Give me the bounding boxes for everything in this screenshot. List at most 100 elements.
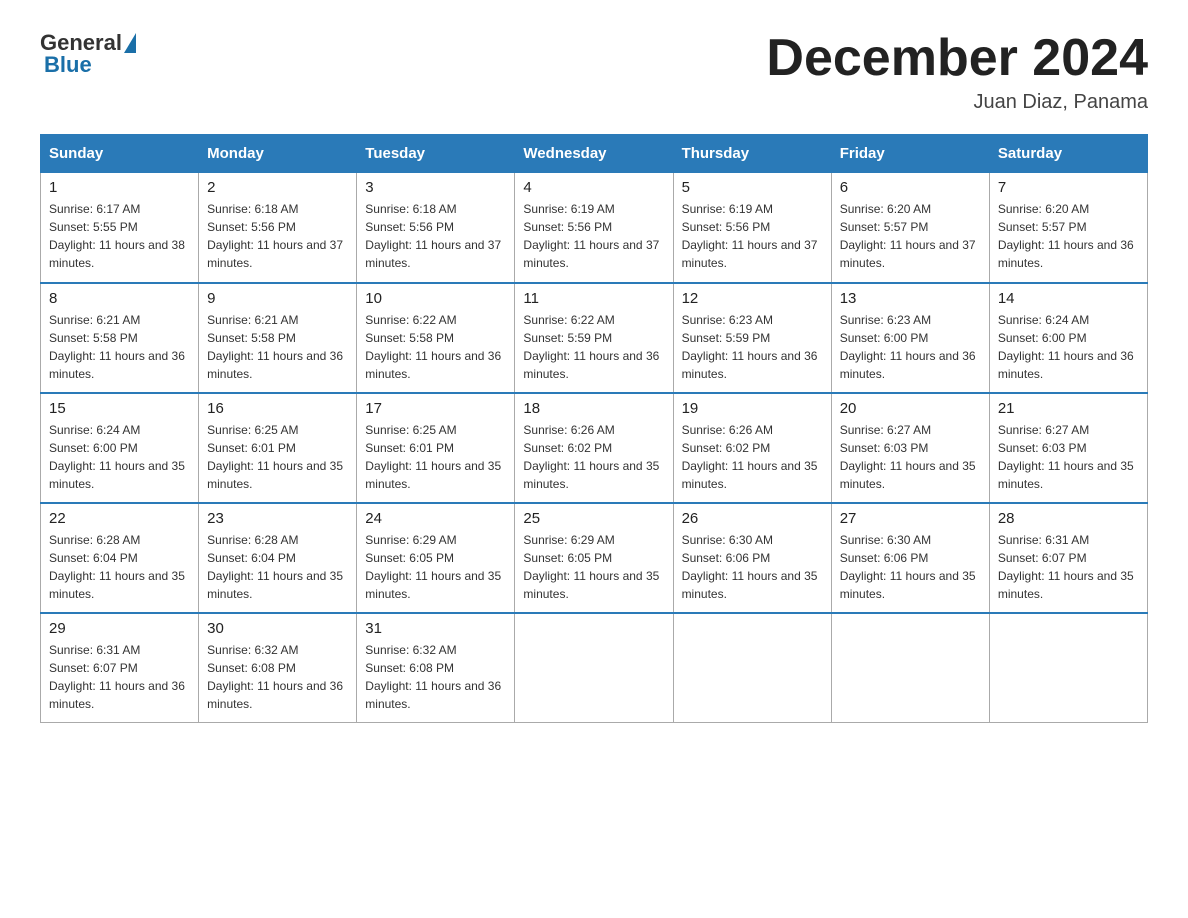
calendar-cell: 22 Sunrise: 6:28 AMSunset: 6:04 PMDayligh… [41,503,199,613]
day-info: Sunrise: 6:26 AMSunset: 6:02 PMDaylight:… [682,421,823,493]
col-header-sunday: Sunday [41,135,199,173]
calendar-cell: 26Sunrise: 6:30 AMSunset: 6:06 PMDayligh… [673,503,831,613]
logo-triangle-icon [124,33,136,53]
day-info: Sunrise: 6:30 AMSunset: 6:06 PMDaylight:… [682,531,823,603]
calendar-cell: 2Sunrise: 6:18 AMSunset: 5:56 PMDaylight… [199,173,357,283]
day-info: Sunrise: 6:22 AMSunset: 5:59 PMDaylight:… [523,311,664,383]
day-number: 13 [840,290,981,307]
calendar-cell: 11 Sunrise: 6:22 AMSunset: 5:59 PMDayligh… [515,283,673,393]
day-number: 29 [49,620,190,637]
day-info: Sunrise: 6:27 AMSunset: 6:03 PMDaylight:… [840,421,981,493]
day-info: Sunrise: 6:18 AMSunset: 5:56 PMDaylight:… [365,200,506,272]
day-info: Sunrise: 6:32 AMSunset: 6:08 PMDaylight:… [207,641,348,713]
day-number: 14 [998,290,1139,307]
day-number: 4 [523,179,664,196]
calendar-cell: 4Sunrise: 6:19 AMSunset: 5:56 PMDaylight… [515,173,673,283]
page-header: General Blue December 2024 Juan Diaz, Pa… [40,30,1148,114]
logo-blue-text: Blue [44,52,92,78]
day-info: Sunrise: 6:29 AMSunset: 6:05 PMDaylight:… [523,531,664,603]
col-header-monday: Monday [199,135,357,173]
calendar-cell: 24 Sunrise: 6:29 AMSunset: 6:05 PMDayligh… [357,503,515,613]
calendar-cell [515,613,673,723]
day-info: Sunrise: 6:22 AMSunset: 5:58 PMDaylight:… [365,311,506,383]
title-section: December 2024 Juan Diaz, Panama [766,30,1148,114]
calendar-cell [673,613,831,723]
calendar-cell: 21 Sunrise: 6:27 AMSunset: 6:03 PMDayligh… [989,393,1147,503]
calendar-cell: 6 Sunrise: 6:20 AMSunset: 5:57 PMDaylight… [831,173,989,283]
calendar-cell: 13 Sunrise: 6:23 AMSunset: 6:00 PMDayligh… [831,283,989,393]
day-number: 24 [365,510,506,527]
day-info: Sunrise: 6:21 AMSunset: 5:58 PMDaylight:… [207,311,348,383]
calendar-week-row: 8 Sunrise: 6:21 AMSunset: 5:58 PMDaylight… [41,283,1148,393]
month-title: December 2024 [766,30,1148,87]
calendar-cell: 29 Sunrise: 6:31 AMSunset: 6:07 PMDayligh… [41,613,199,723]
day-info: Sunrise: 6:30 AMSunset: 6:06 PMDaylight:… [840,531,981,603]
col-header-tuesday: Tuesday [357,135,515,173]
day-number: 28 [998,510,1139,527]
day-info: Sunrise: 6:26 AMSunset: 6:02 PMDaylight:… [523,421,664,493]
day-number: 17 [365,400,506,417]
day-number: 31 [365,620,506,637]
day-number: 25 [523,510,664,527]
day-number: 1 [49,179,190,196]
calendar-cell: 25 Sunrise: 6:29 AMSunset: 6:05 PMDayligh… [515,503,673,613]
day-number: 6 [840,179,981,196]
calendar-cell: 9 Sunrise: 6:21 AMSunset: 5:58 PMDaylight… [199,283,357,393]
day-number: 22 [49,510,190,527]
calendar-cell: 20Sunrise: 6:27 AMSunset: 6:03 PMDayligh… [831,393,989,503]
calendar-week-row: 29 Sunrise: 6:31 AMSunset: 6:07 PMDayligh… [41,613,1148,723]
day-number: 5 [682,179,823,196]
day-number: 18 [523,400,664,417]
calendar-cell: 23Sunrise: 6:28 AMSunset: 6:04 PMDayligh… [199,503,357,613]
day-number: 9 [207,290,348,307]
calendar-cell: 18 Sunrise: 6:26 AMSunset: 6:02 PMDayligh… [515,393,673,503]
calendar-week-row: 22 Sunrise: 6:28 AMSunset: 6:04 PMDayligh… [41,503,1148,613]
calendar-cell: 16 Sunrise: 6:25 AMSunset: 6:01 PMDayligh… [199,393,357,503]
calendar-cell: 5 Sunrise: 6:19 AMSunset: 5:56 PMDaylight… [673,173,831,283]
calendar-cell: 17 Sunrise: 6:25 AMSunset: 6:01 PMDayligh… [357,393,515,503]
day-number: 23 [207,510,348,527]
day-number: 8 [49,290,190,307]
day-info: Sunrise: 6:20 AMSunset: 5:57 PMDaylight:… [998,200,1139,272]
day-number: 16 [207,400,348,417]
location-text: Juan Diaz, Panama [766,91,1148,114]
calendar-cell [831,613,989,723]
day-number: 10 [365,290,506,307]
day-info: Sunrise: 6:31 AMSunset: 6:07 PMDaylight:… [49,641,190,713]
day-info: Sunrise: 6:32 AMSunset: 6:08 PMDaylight:… [365,641,506,713]
col-header-friday: Friday [831,135,989,173]
calendar-cell: 27 Sunrise: 6:30 AMSunset: 6:06 PMDayligh… [831,503,989,613]
day-info: Sunrise: 6:25 AMSunset: 6:01 PMDaylight:… [365,421,506,493]
day-info: Sunrise: 6:29 AMSunset: 6:05 PMDaylight:… [365,531,506,603]
calendar-week-row: 1 Sunrise: 6:17 AMSunset: 5:55 PMDaylight… [41,173,1148,283]
calendar-week-row: 15Sunrise: 6:24 AMSunset: 6:00 PMDayligh… [41,393,1148,503]
day-number: 3 [365,179,506,196]
calendar-header-row: SundayMondayTuesdayWednesdayThursdayFrid… [41,135,1148,173]
day-number: 7 [998,179,1139,196]
col-header-saturday: Saturday [989,135,1147,173]
calendar-cell: 10 Sunrise: 6:22 AMSunset: 5:58 PMDayligh… [357,283,515,393]
day-info: Sunrise: 6:27 AMSunset: 6:03 PMDaylight:… [998,421,1139,493]
day-info: Sunrise: 6:19 AMSunset: 5:56 PMDaylight:… [682,200,823,272]
calendar-cell: 3 Sunrise: 6:18 AMSunset: 5:56 PMDaylight… [357,173,515,283]
day-number: 27 [840,510,981,527]
day-info: Sunrise: 6:18 AMSunset: 5:56 PMDaylight:… [207,200,348,272]
calendar-cell: 15Sunrise: 6:24 AMSunset: 6:00 PMDayligh… [41,393,199,503]
day-number: 30 [207,620,348,637]
calendar-cell: 14Sunrise: 6:24 AMSunset: 6:00 PMDayligh… [989,283,1147,393]
day-number: 15 [49,400,190,417]
day-info: Sunrise: 6:31 AMSunset: 6:07 PMDaylight:… [998,531,1139,603]
col-header-thursday: Thursday [673,135,831,173]
day-info: Sunrise: 6:20 AMSunset: 5:57 PMDaylight:… [840,200,981,272]
day-info: Sunrise: 6:23 AMSunset: 5:59 PMDaylight:… [682,311,823,383]
day-info: Sunrise: 6:23 AMSunset: 6:00 PMDaylight:… [840,311,981,383]
day-number: 21 [998,400,1139,417]
day-info: Sunrise: 6:21 AMSunset: 5:58 PMDaylight:… [49,311,190,383]
day-number: 11 [523,290,664,307]
day-number: 12 [682,290,823,307]
calendar-cell: 30 Sunrise: 6:32 AMSunset: 6:08 PMDayligh… [199,613,357,723]
day-info: Sunrise: 6:25 AMSunset: 6:01 PMDaylight:… [207,421,348,493]
day-info: Sunrise: 6:17 AMSunset: 5:55 PMDaylight:… [49,200,190,272]
calendar-cell [989,613,1147,723]
day-info: Sunrise: 6:28 AMSunset: 6:04 PMDaylight:… [49,531,190,603]
